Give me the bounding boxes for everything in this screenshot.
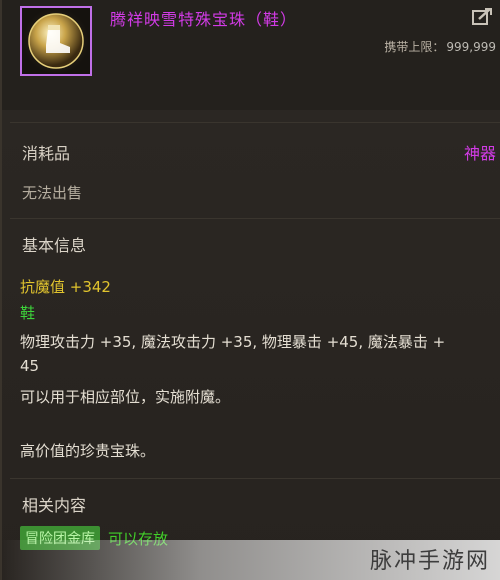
- watermark-text: 脉冲手游网: [369, 549, 490, 574]
- equip-slot: 鞋: [20, 304, 36, 322]
- carry-limit-value: 999,999: [446, 40, 496, 54]
- trade-restriction: 无法出售: [22, 184, 83, 202]
- bonus-stats-line: 物理攻击力 +35, 魔法攻击力 +35, 物理暴击 +45, 魔法暴击 +: [20, 333, 446, 351]
- edit-icon: [472, 8, 492, 25]
- item-type: 消耗品: [22, 144, 71, 163]
- description-text: 高价值的珍贵宝珠。: [20, 442, 156, 460]
- compare-button[interactable]: [470, 6, 494, 28]
- carry-limit-label: 携带上限：: [384, 40, 445, 54]
- item-tooltip: 腾祥映雪特殊宝珠（鞋） 携带上限： 999,999 消耗品 神器 无法出售 基本信…: [0, 0, 500, 580]
- magic-resist-stat: 抗魔值 +342: [20, 278, 111, 296]
- item-grade: 神器: [463, 144, 496, 163]
- related-title: 相关内容: [22, 496, 87, 515]
- carry-limit: 携带上限： 999,999: [384, 38, 496, 55]
- basic-info-title: 基本信息: [22, 236, 87, 255]
- divider: [10, 478, 500, 479]
- bonus-stats: 物理攻击力 +35, 魔法攻击力 +35, 物理暴击 +45, 魔法暴击 + 4…: [20, 330, 490, 378]
- usage-text: 可以用于相应部位，实施附魔。: [20, 388, 231, 406]
- boot-orb-icon: [20, 6, 92, 76]
- divider: [10, 122, 500, 123]
- divider: [10, 218, 500, 219]
- bonus-stats-line: 45: [20, 357, 40, 375]
- item-name: 腾祥映雪特殊宝珠（鞋）: [110, 10, 298, 29]
